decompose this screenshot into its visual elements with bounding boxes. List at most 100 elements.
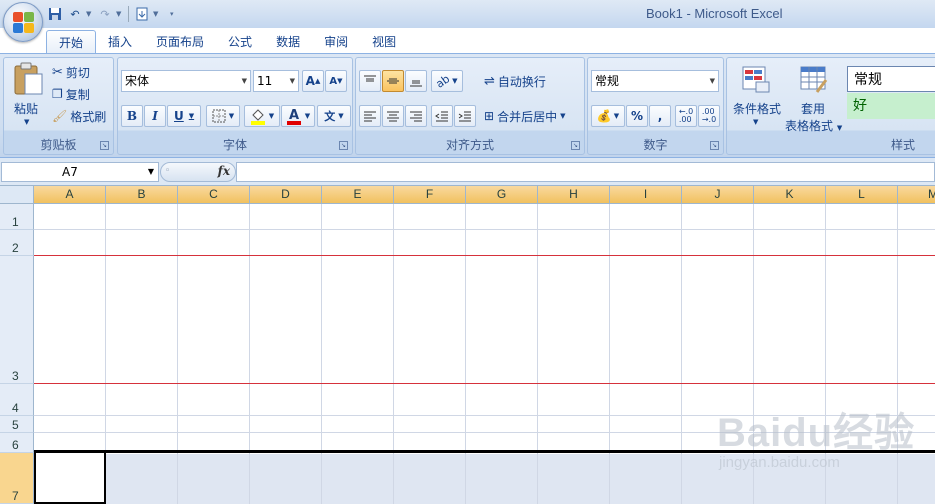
redo-dropdown-icon[interactable]: ▼ xyxy=(116,10,124,18)
column-header-f[interactable]: F xyxy=(394,186,466,204)
number-format-select[interactable]: 常规 ▼ xyxy=(591,70,719,92)
align-left-button[interactable] xyxy=(359,105,381,127)
decrease-indent-button[interactable] xyxy=(431,105,453,127)
worksheet-grid[interactable]: A B C D E F G H I J K L M 1 2 3 4 5 6 7 … xyxy=(0,186,935,504)
clipboard-group-label: 剪贴板 xyxy=(40,138,77,152)
row-header-3[interactable]: 3 xyxy=(0,256,34,384)
tab-insert[interactable]: 插入 xyxy=(96,30,144,54)
decrease-decimal-button[interactable]: .00 →.0 xyxy=(698,105,720,127)
font-launcher-icon[interactable]: ↘ xyxy=(339,141,348,150)
column-header-m[interactable]: M xyxy=(898,186,935,204)
increase-decimal-button[interactable]: ←.0.00 xyxy=(675,105,697,127)
column-header-b[interactable]: B xyxy=(106,186,178,204)
red-border-line xyxy=(34,255,935,256)
font-name-select[interactable]: 宋体 ▼ xyxy=(121,70,251,92)
styles-group-label: 样式 xyxy=(890,138,915,152)
chevron-down-icon: ▼ xyxy=(304,112,311,120)
phonetic-button[interactable]: 文 ▼ xyxy=(317,105,351,127)
tab-data[interactable]: 数据 xyxy=(264,30,312,54)
redo-icon[interactable]: ↷ xyxy=(96,5,114,23)
format-painter-label: 格式刷 xyxy=(70,109,107,124)
row-header-2[interactable]: 2 xyxy=(0,230,34,256)
baidu-watermark: Baidu经验 jingyan.baidu.com xyxy=(717,400,927,490)
customize-qat-icon[interactable]: ▾ xyxy=(170,10,178,18)
currency-button[interactable]: 💰 ▼ xyxy=(591,105,625,127)
cut-button[interactable]: ✂ 剪切 xyxy=(52,61,112,83)
orientation-button[interactable]: ab ▼ xyxy=(431,70,463,92)
column-header-d[interactable]: D xyxy=(250,186,322,204)
print-preview-icon[interactable] xyxy=(133,5,151,23)
column-header-j[interactable]: J xyxy=(682,186,754,204)
ribbon-tabs: 开始 插入 页面布局 公式 数据 审阅 视图 xyxy=(46,28,408,54)
title-bar: ↶ ▼ ↷ ▼ ▼ ▾ Book1 - Microsoft Excel xyxy=(0,0,935,28)
office-logo-icon xyxy=(13,12,35,34)
name-box[interactable]: A7 ▼ xyxy=(1,162,159,182)
increase-font-button[interactable]: A ▲ xyxy=(302,70,324,92)
wrap-text-button[interactable]: ⇌ 自动换行 xyxy=(484,70,584,92)
format-painter-button[interactable]: 🖌 格式刷 xyxy=(52,105,114,127)
chevron-down-icon: ▼ xyxy=(268,112,275,120)
comma-button[interactable]: , xyxy=(649,105,671,127)
row-header-6[interactable]: 6 xyxy=(0,433,34,453)
row-header-1[interactable]: 1 xyxy=(0,204,34,230)
style-normal[interactable]: 常规 xyxy=(847,66,935,92)
align-top-button[interactable] xyxy=(359,70,381,92)
clipboard-launcher-icon[interactable]: ↘ xyxy=(100,141,109,150)
format-as-table-button[interactable]: 套用 表格格式 ▼ xyxy=(785,60,845,134)
column-header-k[interactable]: K xyxy=(754,186,826,204)
paste-button[interactable]: 粘贴 ▼ xyxy=(8,60,48,134)
percent-button[interactable]: % xyxy=(626,105,648,127)
align-right-button[interactable] xyxy=(405,105,427,127)
save-icon[interactable] xyxy=(46,5,64,23)
font-size-select[interactable]: 11 ▼ xyxy=(253,70,299,92)
office-button[interactable] xyxy=(3,2,43,42)
borders-button[interactable]: ▼ xyxy=(206,105,240,127)
align-bottom-button[interactable] xyxy=(405,70,427,92)
row-header-4[interactable]: 4 xyxy=(0,384,34,416)
tab-review[interactable]: 审阅 xyxy=(312,30,360,54)
tab-page-layout[interactable]: 页面布局 xyxy=(144,30,216,54)
alignment-launcher-icon[interactable]: ↘ xyxy=(571,141,580,150)
undo-icon[interactable]: ↶ xyxy=(66,5,84,23)
number-launcher-icon[interactable]: ↘ xyxy=(710,141,719,150)
underline-button[interactable]: U ▼ xyxy=(167,105,201,127)
row-number: 2 xyxy=(12,241,19,255)
tab-home[interactable]: 开始 xyxy=(46,30,97,54)
tab-formulas[interactable]: 公式 xyxy=(216,30,264,54)
select-all-corner[interactable] xyxy=(0,186,34,204)
paste-dropdown-icon: ▼ xyxy=(24,118,30,126)
active-cell-a7[interactable] xyxy=(34,453,106,504)
column-header-l[interactable]: L xyxy=(826,186,898,204)
column-header-g[interactable]: G xyxy=(466,186,538,204)
merge-center-button[interactable]: ⊞ 合并后居中 ▼ xyxy=(484,105,584,127)
formula-input[interactable] xyxy=(236,162,935,182)
style-good[interactable]: 好 xyxy=(847,93,935,119)
conditional-format-button[interactable]: 条件格式 ▼ xyxy=(729,60,785,134)
row-header-5[interactable]: 5 xyxy=(0,416,34,433)
row-header-7[interactable]: 7 xyxy=(0,453,34,504)
styles-group: 条件格式 ▼ 套用 表格格式 ▼ 常规 好 样式 xyxy=(726,57,935,155)
align-center-button[interactable] xyxy=(382,105,404,127)
font-color-button[interactable]: A ▼ xyxy=(281,105,315,127)
fill-color-button[interactable]: ▼ xyxy=(244,105,280,127)
column-header-h[interactable]: H xyxy=(538,186,610,204)
bold-button[interactable]: B xyxy=(121,105,143,127)
column-header-i[interactable]: I xyxy=(610,186,682,204)
print-dropdown-icon[interactable]: ▼ xyxy=(153,10,161,18)
increase-indent-button[interactable] xyxy=(454,105,476,127)
column-header-a[interactable]: A xyxy=(34,186,106,204)
undo-dropdown-icon[interactable]: ▼ xyxy=(86,10,94,18)
italic-button[interactable]: I xyxy=(144,105,166,127)
column-header-e[interactable]: E xyxy=(322,186,394,204)
column-header-c[interactable]: C xyxy=(178,186,250,204)
clipboard-group: 粘贴 ▼ ✂ 剪切 ❐ 复制 🖌 格式刷 剪贴板 ↘ xyxy=(3,57,114,155)
align-middle-button[interactable] xyxy=(382,70,404,92)
fx-icon[interactable]: fx xyxy=(218,164,230,178)
decrease-font-button[interactable]: A ▼ xyxy=(325,70,347,92)
formula-bar-handle-icon[interactable]: ◦ xyxy=(165,166,170,176)
font-name-value: 宋体 xyxy=(125,74,150,88)
tab-view[interactable]: 视图 xyxy=(360,30,408,54)
copy-button[interactable]: ❐ 复制 xyxy=(52,83,112,105)
formula-bar: A7 ▼ ◦ fx xyxy=(0,158,935,186)
row-number: 1 xyxy=(12,215,19,229)
